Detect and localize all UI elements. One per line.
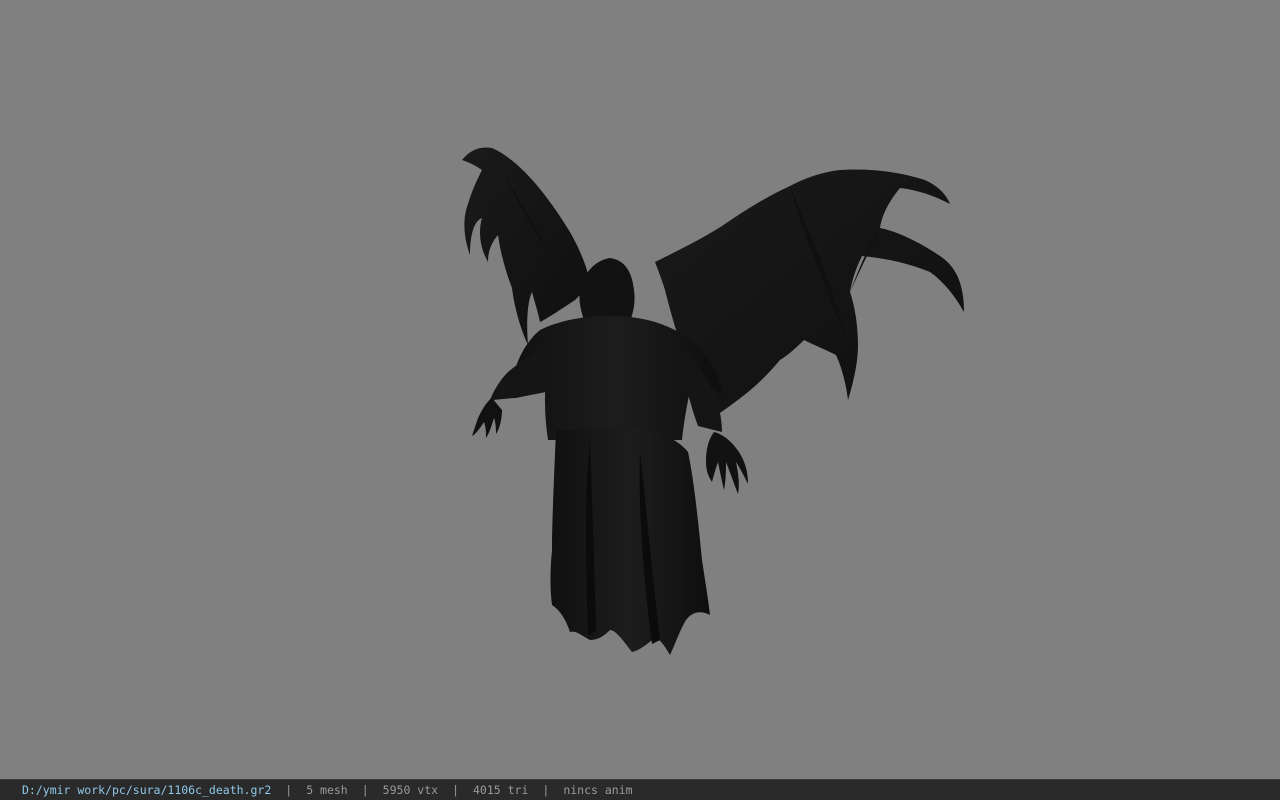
triangle-count: 4015 tri <box>473 783 529 797</box>
3d-viewport[interactable] <box>0 0 1280 779</box>
animation-status: nincs anim <box>563 783 633 797</box>
file-path: D:/ymir work/pc/sura/1106c_death.gr2 <box>22 783 272 797</box>
right-claw-hand <box>706 432 748 494</box>
vertex-count: 5950 vtx <box>382 783 439 797</box>
separator: | <box>285 783 293 797</box>
separator: | <box>452 783 459 797</box>
separator: | <box>361 783 369 797</box>
left-claw-hand <box>472 398 502 438</box>
separator: | <box>542 783 550 797</box>
death-model-render <box>462 147 964 655</box>
left-wing <box>462 147 590 345</box>
mesh-count: 5 mesh <box>306 783 348 797</box>
status-bar: D:/ymir work/pc/sura/1106c_death.gr2 | 5… <box>0 779 1280 800</box>
